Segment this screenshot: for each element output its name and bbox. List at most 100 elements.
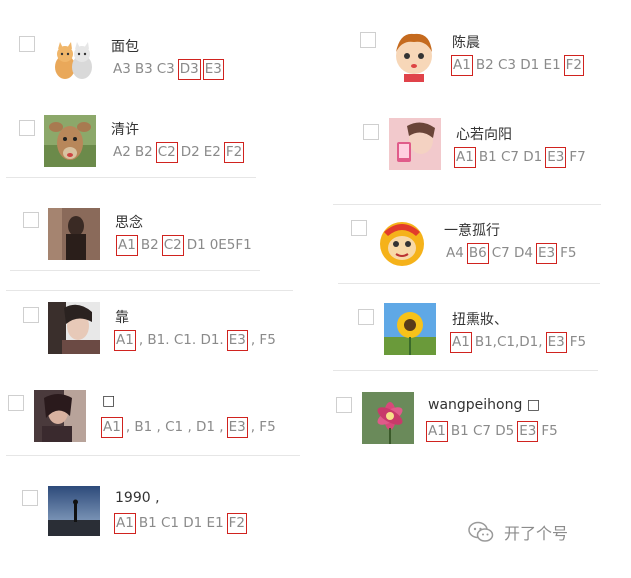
- contact-name: □: [102, 393, 116, 409]
- cartoon-boy-avatar-image: [386, 26, 442, 82]
- contact-name: 一意孤行: [444, 223, 500, 239]
- sunflower-avatar-image: [384, 303, 436, 355]
- highlighted-code: C2: [155, 142, 178, 163]
- select-checkbox[interactable]: [336, 397, 352, 413]
- code-text: F5: [569, 334, 587, 350]
- divider: [338, 283, 600, 284]
- select-checkbox[interactable]: [23, 307, 39, 323]
- select-checkbox[interactable]: [358, 309, 374, 325]
- avatar: [48, 302, 100, 354]
- avatar: [374, 214, 430, 270]
- divider: [6, 177, 256, 178]
- answer-codes: A3 B3 C3 D3 E3: [111, 59, 225, 80]
- deer-avatar-image: [44, 115, 96, 167]
- select-checkbox[interactable]: [8, 395, 24, 411]
- code-text: A3: [113, 61, 131, 77]
- contact-name: 面包: [111, 39, 139, 55]
- code-text: B2 C3 D1 E1: [475, 57, 561, 73]
- code-text: B2: [140, 237, 159, 253]
- code-text: D2: [180, 144, 200, 160]
- contact-name: 扭熏妝、: [452, 312, 508, 328]
- avatar: [48, 41, 98, 81]
- highlighted-code: A1: [450, 332, 472, 353]
- select-checkbox[interactable]: [360, 32, 376, 48]
- person-avatar-image: [389, 118, 441, 170]
- answer-codes: A1 B2 C2 D1 0E5F1: [115, 235, 254, 256]
- flower-avatar-image: [362, 392, 414, 444]
- cartoon-monkey-avatar-image: [374, 214, 430, 270]
- contact-name: wangpeihong □: [428, 397, 541, 413]
- code-text: E2: [203, 144, 221, 160]
- highlighted-code: F2: [223, 142, 245, 163]
- divider: [333, 370, 598, 371]
- highlighted-code: E3: [517, 421, 539, 442]
- highlighted-code: E3: [202, 59, 224, 80]
- answer-codes: A1 B1 C7 D1 E3 F7: [453, 147, 588, 168]
- highlighted-code: B6: [466, 243, 489, 264]
- person-avatar-image: [34, 390, 86, 442]
- avatar: [362, 392, 414, 444]
- avatar: [48, 486, 100, 536]
- highlighted-code: A1: [114, 513, 136, 534]
- select-checkbox[interactable]: [19, 36, 35, 52]
- answer-codes: A1 B1 C1 D1 E1 F2: [113, 513, 248, 534]
- person-avatar-image: [48, 208, 100, 260]
- highlighted-code: D3: [177, 59, 201, 80]
- code-text: B1 C7 D1: [478, 149, 543, 165]
- code-text: , B1. C1. D1.: [138, 332, 224, 348]
- answer-codes: A4 B6 C7 D4 E3 F5: [444, 243, 578, 264]
- highlighted-code: A1: [114, 330, 136, 351]
- avatar: [384, 303, 436, 355]
- highlighted-code: E3: [226, 417, 248, 438]
- code-text: , B1 , C1 , D1 ,: [125, 419, 224, 435]
- highlighted-code: E3: [545, 147, 567, 168]
- highlighted-code: F2: [563, 55, 585, 76]
- code-text: B2: [134, 144, 153, 160]
- code-text: B3: [134, 61, 153, 77]
- highlighted-code: F2: [226, 513, 248, 534]
- code-text: B1 C1 D1 E1: [138, 515, 224, 531]
- contact-name: 陈晨: [452, 35, 480, 51]
- divider: [333, 204, 601, 205]
- avatar: [34, 390, 86, 442]
- highlighted-code: A1: [451, 55, 473, 76]
- highlighted-code: C2: [161, 235, 184, 256]
- divider: [10, 270, 260, 271]
- avatar: [386, 26, 442, 82]
- select-checkbox[interactable]: [19, 120, 35, 136]
- answer-codes: A1, B1 , C1 , D1 , E3, F5: [100, 417, 278, 438]
- highlighted-code: A1: [454, 147, 476, 168]
- cartoon-cats-avatar-image: [48, 41, 98, 81]
- avatar: [48, 208, 100, 260]
- contact-name: 靠: [115, 310, 129, 326]
- highlighted-code: A1: [426, 421, 448, 442]
- select-checkbox[interactable]: [351, 220, 367, 236]
- code-text: 0E5F1: [209, 237, 252, 253]
- highlighted-code: E3: [545, 332, 567, 353]
- watermark: 开了个号: [468, 520, 568, 544]
- code-text: B1 C7 D5: [450, 423, 515, 439]
- code-text: D1: [186, 237, 206, 253]
- avatar: [44, 115, 96, 167]
- highlighted-code: E3: [535, 243, 558, 264]
- answer-codes: A1, B1. C1. D1. E3, F5: [113, 330, 278, 351]
- select-checkbox[interactable]: [22, 490, 38, 506]
- code-text: F5: [560, 245, 577, 261]
- contact-name: 清许: [111, 122, 139, 138]
- highlighted-code: A1: [116, 235, 138, 256]
- contact-name: 心若向阳: [456, 127, 512, 143]
- answer-codes: A1 B1,C1,D1, E3 F5: [449, 332, 588, 353]
- avatar: [389, 118, 441, 170]
- answer-codes: A1 B2 C3 D1 E1 F2: [450, 55, 585, 76]
- code-text: F5: [541, 423, 558, 439]
- answer-codes: A2 B2 C2 D2 E2 F2: [111, 142, 245, 163]
- highlighted-code: E3: [226, 330, 248, 351]
- select-checkbox[interactable]: [23, 212, 39, 228]
- code-text: , F5: [250, 332, 276, 348]
- answer-codes: A1 B1 C7 D5 E3 F5: [425, 421, 560, 442]
- code-text: B1,C1,D1,: [474, 334, 543, 350]
- sunset-avatar-image: [48, 486, 100, 536]
- code-text: F7: [569, 149, 586, 165]
- select-checkbox[interactable]: [363, 124, 379, 140]
- person-avatar-image: [48, 302, 100, 354]
